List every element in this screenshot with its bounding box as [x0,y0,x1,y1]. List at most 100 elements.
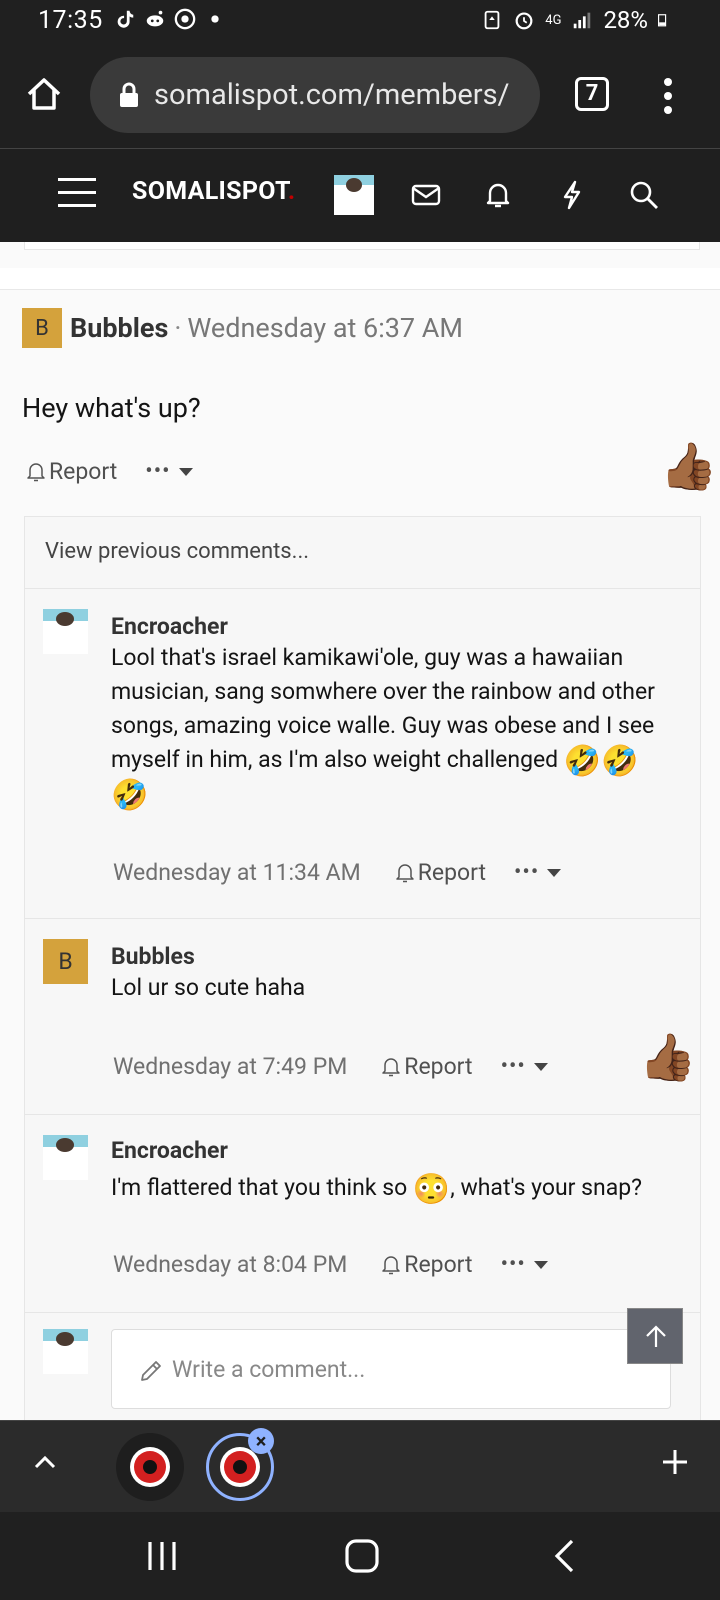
comment-item: Encroacher Lool that's israel kamikawi'o… [25,589,700,919]
avatar[interactable] [43,609,88,654]
comment-footer: Wednesday at 11:34 AM Report ••• [113,859,562,886]
comment-body: Lol ur so cute haha [111,974,306,1001]
report-button[interactable]: Report [381,1053,473,1080]
post-date[interactable]: Wednesday at 6:37 AM [187,312,463,344]
chevron-down-icon [547,868,562,877]
alarm-icon [515,12,533,30]
comment-text: I'm flattered that you think so [111,1174,413,1201]
comment-author[interactable]: Bubbles [111,943,195,970]
reddit-icon [146,10,164,27]
logo-dot: . [287,177,296,206]
status-time: 17:35 [38,6,103,35]
post-actions: Report ••• [26,458,193,485]
site-favicon-icon [220,1447,260,1487]
bell-icon[interactable] [482,179,514,211]
network-type: 4G [545,12,562,28]
report-button[interactable]: Report [395,859,486,886]
view-previous-label: View previous comments... [45,539,310,564]
avatar[interactable] [43,1135,88,1180]
report-button[interactable]: Report [381,1251,473,1278]
notification-icons [114,8,226,30]
site-header: SOMALISPOT. [0,148,720,242]
bell-icon [382,1057,401,1076]
comment-date[interactable]: Wednesday at 8:04 PM [113,1251,347,1278]
post-meta: B Bubbles · Wednesday at 6:37 AM [22,308,463,348]
post-author[interactable]: Bubbles [70,312,168,344]
chevron-down-icon [178,467,193,476]
chevron-down-icon [533,1062,548,1071]
tab-thumbnail[interactable] [116,1433,184,1501]
comments-list: View previous comments... Encroacher Loo… [24,516,701,1420]
bell-icon [27,462,45,481]
comment-item: B Bubbles Lol ur so cute haha Wednesday … [25,919,700,1115]
profile-posts-area: B Bubbles · Wednesday at 6:37 AM Hey wha… [0,242,720,1420]
recent-apps-icon[interactable] [142,1536,182,1576]
avatar-image [43,609,88,626]
signal-icon [574,12,591,29]
scroll-to-top-button[interactable] [627,1308,683,1364]
hamburger-menu-icon[interactable] [58,177,96,207]
tab-count-button[interactable]: 7 [575,77,609,111]
lightning-icon[interactable] [556,179,588,211]
avatar-image [43,1135,88,1152]
comment-date[interactable]: Wednesday at 7:49 PM [113,1053,347,1080]
avatar-image [334,175,374,192]
report-label: Report [417,859,486,886]
status-bar: 17:35 4G 28% [0,0,720,44]
address-bar[interactable]: somalispot.com/members/ [90,57,540,133]
avatar[interactable] [43,1329,88,1374]
comment-emoji: 😳 [412,1172,451,1207]
close-tab-button[interactable]: × [248,1428,274,1454]
tiktok-icon [117,10,134,28]
bell-icon [395,863,414,882]
avatar-image [43,1329,88,1346]
status-right: 4G 28% [481,6,672,34]
avatar[interactable]: B [22,308,62,348]
battery-percent: 28% [603,6,648,34]
previous-card-edge [24,242,700,250]
battery-saver-icon [484,10,500,30]
comment-item: Encroacher I'm flattered that you think … [25,1115,700,1313]
logo-text: SOMALISPOT [132,177,288,206]
site-logo[interactable]: SOMALISPOT. [132,177,295,206]
dot-icon [211,15,219,23]
view-previous-comments[interactable]: View previous comments... [25,517,700,589]
more-options-button[interactable]: ••• [501,1252,548,1277]
user-avatar[interactable] [334,175,374,215]
bell-icon [382,1255,401,1274]
arrow-up-icon [646,1325,666,1347]
like-reaction[interactable]: 👍🏾 [639,1035,696,1081]
avatar[interactable]: B [43,939,88,984]
write-comment-input[interactable]: Write a comment... [111,1329,671,1409]
comment-date[interactable]: Wednesday at 11:34 AM [113,859,361,886]
comment-author[interactable]: Encroacher [111,1137,228,1164]
divider-strip [0,268,720,290]
comment-text-end: , what's your snap? [450,1174,643,1201]
home-button-icon[interactable] [342,1536,382,1576]
comment-author[interactable]: Encroacher [111,613,228,640]
more-label: ••• [500,1252,526,1277]
home-icon[interactable] [24,74,64,114]
site-favicon-icon [130,1447,170,1487]
more-options-button[interactable]: ••• [501,1054,548,1079]
lock-icon [120,82,138,107]
chevron-up-icon[interactable] [32,1449,58,1475]
inbox-icon[interactable] [410,179,442,211]
post-body: Hey what's up? [22,392,201,424]
tab-switcher-bar: × [0,1420,720,1512]
report-label: Report [49,458,118,485]
report-label: Report [404,1053,473,1080]
chevron-down-icon [533,1260,548,1269]
like-reaction[interactable]: 👍🏾 [660,444,717,490]
more-options-button[interactable]: ••• [145,459,193,484]
new-tab-icon[interactable] [660,1447,690,1477]
comment-footer: Wednesday at 8:04 PM Report ••• [113,1251,548,1278]
more-label: ••• [500,1054,526,1079]
more-options-button[interactable]: ••• [514,860,562,885]
report-button[interactable]: Report [26,458,117,485]
search-icon[interactable] [628,179,660,211]
comment-body: I'm flattered that you think so 😳, what'… [111,1171,671,1205]
overflow-menu-icon[interactable] [660,76,676,116]
back-icon[interactable] [546,1536,586,1576]
browser-toolbar: somalispot.com/members/ 7 [0,44,720,148]
